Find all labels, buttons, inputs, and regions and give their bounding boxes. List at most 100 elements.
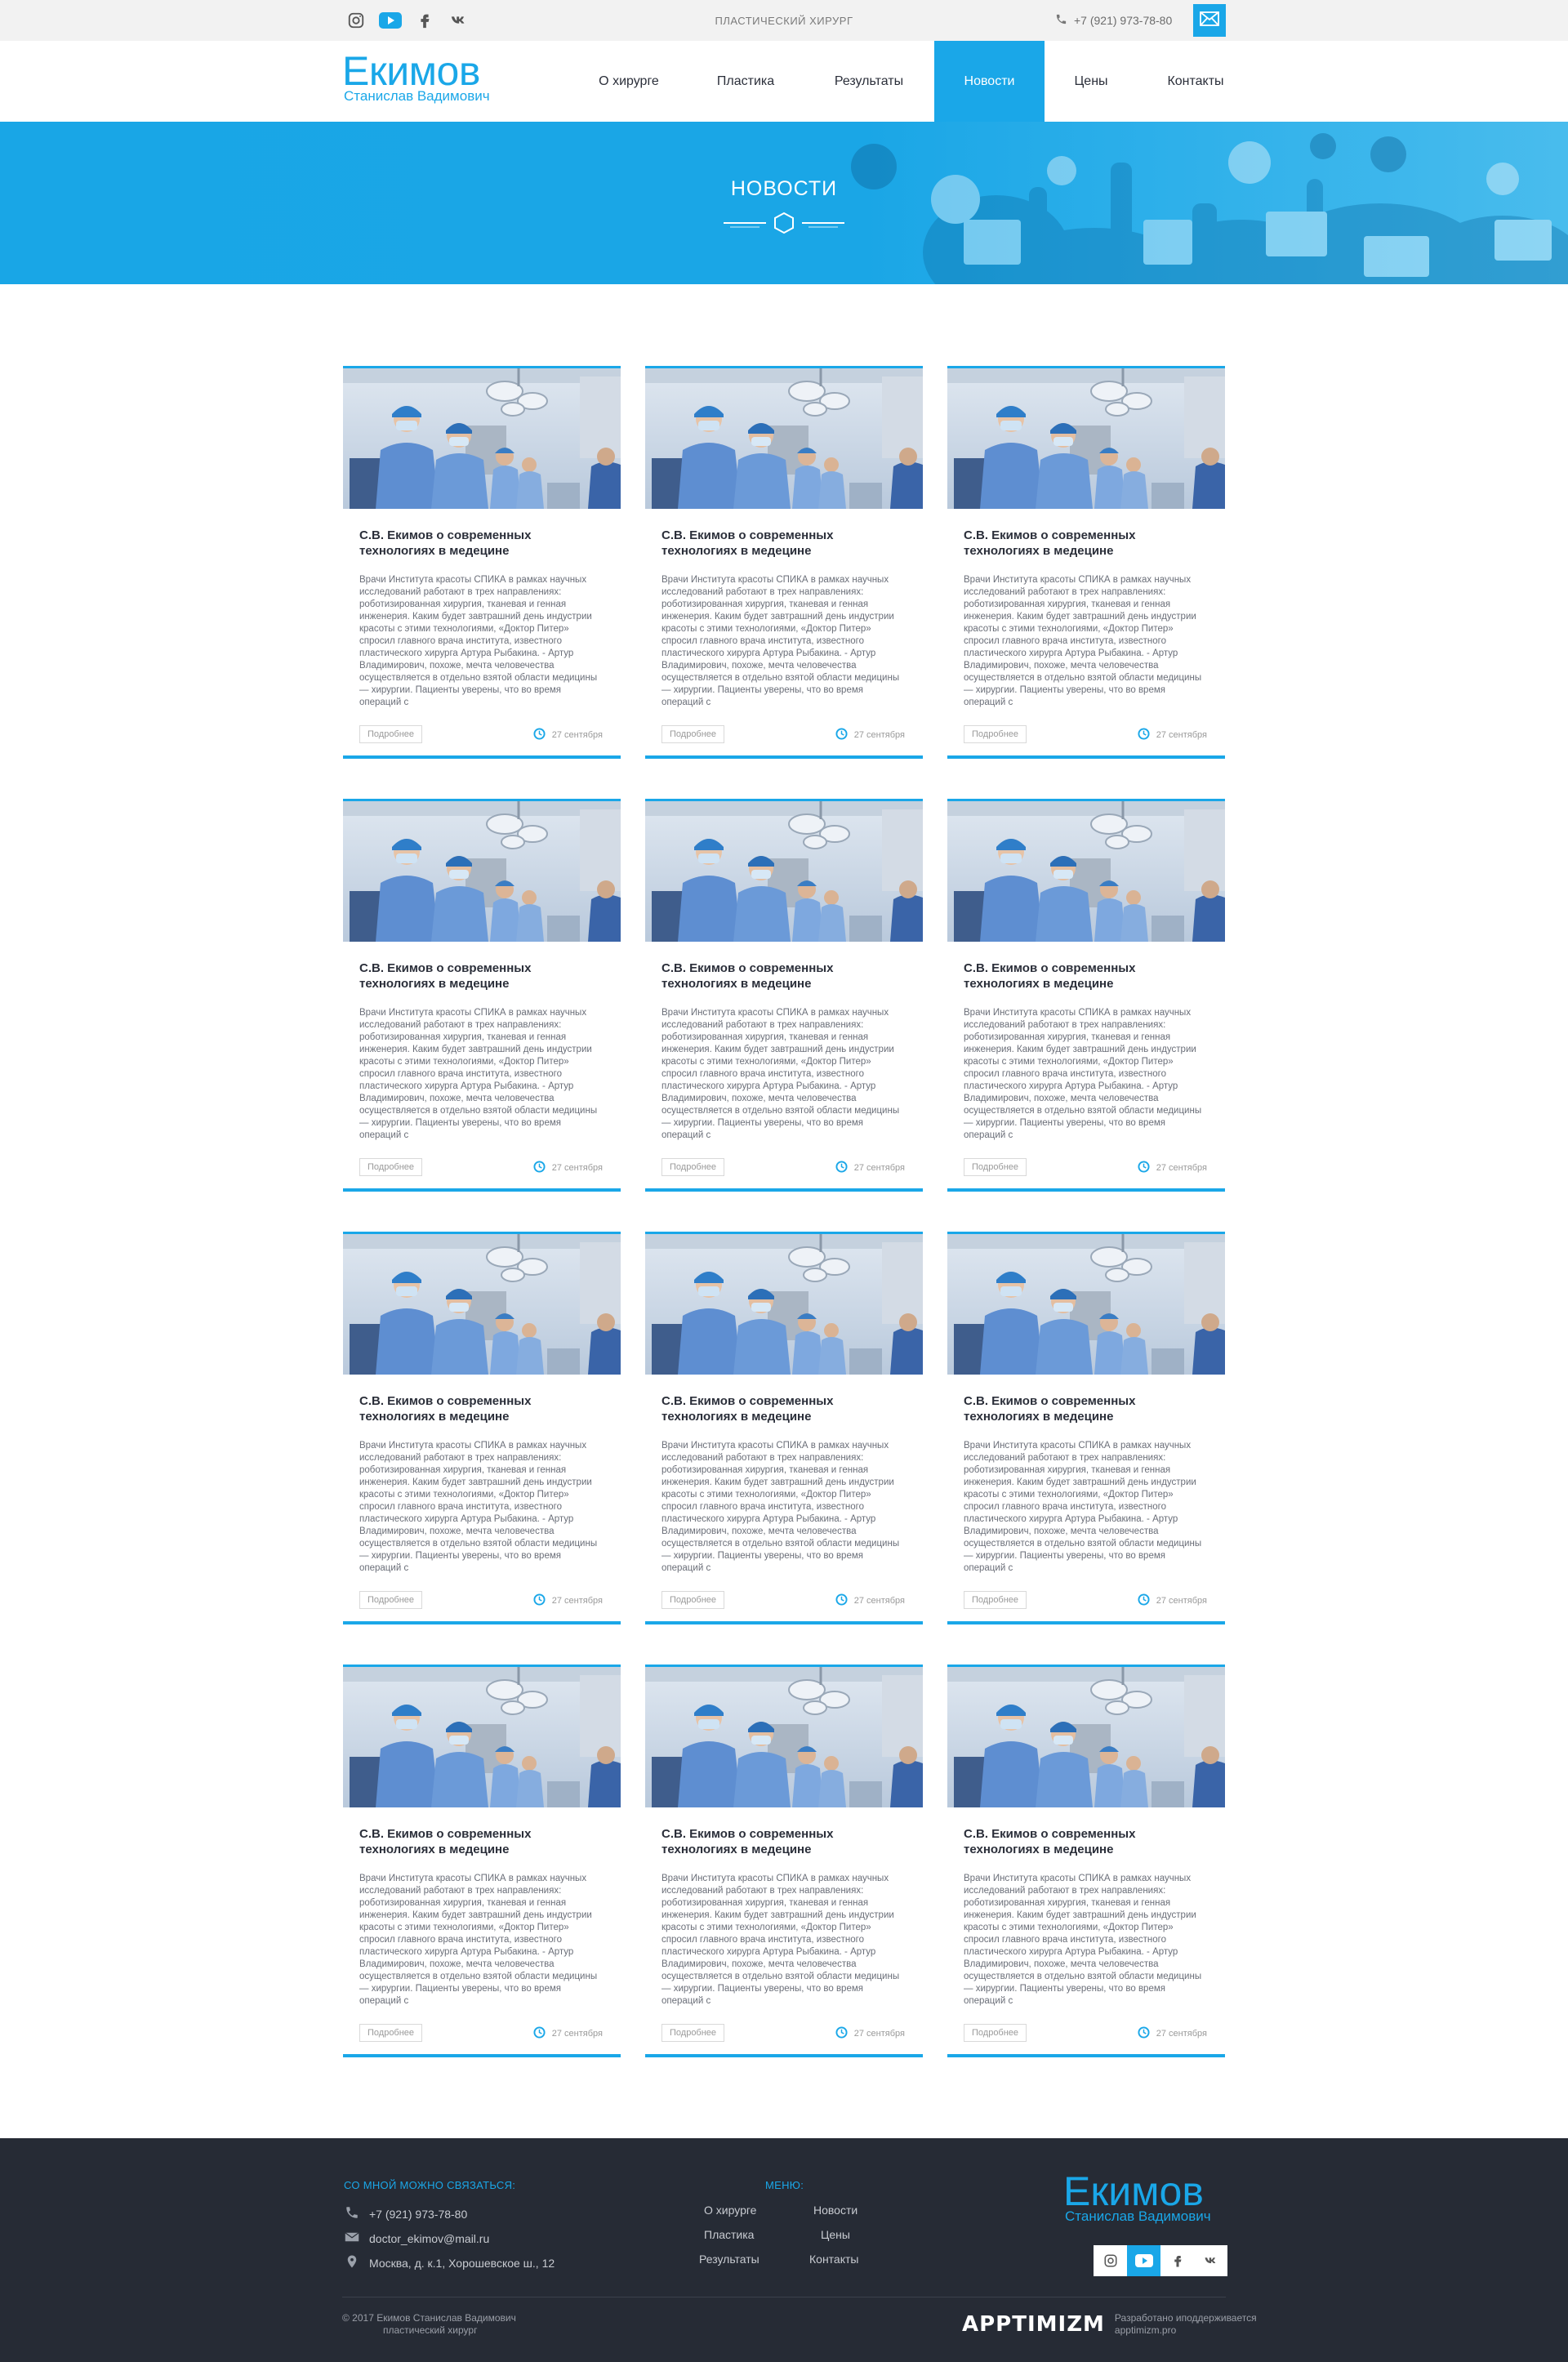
clock-icon xyxy=(533,728,546,742)
developer-text-line-2: apptimizm.pro xyxy=(1114,2324,1177,2336)
news-card-date-text: 27 сентября xyxy=(853,1596,905,1606)
footer-email-address: doctor_ekimov@mail.ru xyxy=(369,2231,490,2245)
nav-item-contacts[interactable]: Контакты xyxy=(1153,41,1238,122)
footer-phone[interactable]: +7 (921) 973-78-80 xyxy=(345,2205,467,2222)
news-card: С.В. Екимов о современных технологиях в … xyxy=(645,1232,923,1624)
copyright-line-2: пластический хирург xyxy=(383,2324,478,2336)
news-card-excerpt: Врачи Института красоты СПИКА в рамках н… xyxy=(359,1008,598,1140)
news-card-photo[interactable] xyxy=(343,1234,621,1375)
read-more-button[interactable]: Подробнее xyxy=(964,725,1027,743)
read-more-button[interactable]: Подробнее xyxy=(359,2024,423,2042)
nav-item-news[interactable]: Новости xyxy=(934,41,1045,122)
news-card-excerpt: Врачи Института красоты СПИКА в рамках н… xyxy=(964,1874,1202,2006)
footer-address-text: Москва, д. к.1, Хорошевское ш., 12 xyxy=(369,2256,555,2270)
news-card-title[interactable]: С.В. Екимов о современных технологиях в … xyxy=(359,528,604,559)
news-card-date: 27 сентября xyxy=(1138,1593,1207,1608)
news-card-photo[interactable] xyxy=(645,801,923,942)
read-more-button[interactable]: Подробнее xyxy=(964,1591,1027,1609)
footer-phone-number: +7 (921) 973-78-80 xyxy=(369,2207,468,2221)
top-phone-number: +7 (921) 973-78-80 xyxy=(1074,14,1173,27)
site-footer: СО МНОЙ МОЖНО СВЯЗАТЬСЯ: +7 (921) 973-78… xyxy=(0,2138,1568,2362)
footer-menu-contacts[interactable]: Контакты xyxy=(809,2253,858,2266)
news-card-title[interactable]: С.В. Екимов о современных технологиях в … xyxy=(964,1826,1209,1857)
hexagon-divider-icon xyxy=(724,212,844,234)
footer-menu-about[interactable]: О хирурге xyxy=(704,2204,756,2217)
read-more-button[interactable]: Подробнее xyxy=(359,725,423,743)
news-card-date: 27 сентября xyxy=(835,1161,905,1175)
news-card-excerpt: Врачи Института красоты СПИКА в рамках н… xyxy=(359,1874,598,2006)
news-card: С.В. Екимов о современных технологиях в … xyxy=(343,1232,621,1624)
news-card-date: 27 сентября xyxy=(533,1161,603,1175)
news-card-title[interactable]: С.В. Екимов о современных технологиях в … xyxy=(662,1826,906,1857)
read-more-button[interactable]: Подробнее xyxy=(662,2024,725,2042)
news-card-date-text: 27 сентября xyxy=(1156,2029,1207,2039)
news-card-excerpt: Врачи Института красоты СПИКА в рамках н… xyxy=(964,1008,1202,1140)
read-more-button[interactable]: Подробнее xyxy=(359,1591,423,1609)
news-card: С.В. Екимов о современных технологиях в … xyxy=(947,1232,1225,1624)
news-card-title[interactable]: С.В. Екимов о современных технологиях в … xyxy=(964,1393,1209,1424)
top-phone[interactable]: +7 (921) 973-78-80 xyxy=(1055,13,1172,28)
hero-background-microphones xyxy=(851,133,1568,284)
news-card-photo[interactable] xyxy=(947,368,1225,509)
footer-logo-last-name: Екимов xyxy=(1063,2168,1204,2214)
news-card-title[interactable]: С.В. Екимов о современных технологиях в … xyxy=(964,960,1209,992)
news-card-date: 27 сентября xyxy=(835,728,905,742)
news-card-photo[interactable] xyxy=(947,1234,1225,1375)
news-card-title[interactable]: С.В. Екимов о современных технологиях в … xyxy=(359,1393,604,1424)
news-card-date-text: 27 сентября xyxy=(1156,1163,1207,1173)
nav-item-plastic[interactable]: Пластика xyxy=(701,41,791,122)
read-more-button[interactable]: Подробнее xyxy=(359,1158,423,1176)
news-card-photo[interactable] xyxy=(645,1667,923,1807)
news-card-photo[interactable] xyxy=(947,801,1225,942)
read-more-button[interactable]: Подробнее xyxy=(662,725,725,743)
footer-menu-prices[interactable]: Цены xyxy=(821,2228,850,2241)
vk-icon[interactable] xyxy=(1194,2245,1227,2276)
news-card-photo[interactable] xyxy=(645,368,923,509)
page-title: НОВОСТИ xyxy=(730,177,838,200)
news-card-excerpt: Врачи Института красоты СПИКА в рамках н… xyxy=(964,1441,1202,1573)
news-card-date-text: 27 сентября xyxy=(551,1596,603,1606)
read-more-button[interactable]: Подробнее xyxy=(964,2024,1027,2042)
nav-item-about[interactable]: О хирурге xyxy=(581,41,676,122)
read-more-button[interactable]: Подробнее xyxy=(662,1591,725,1609)
copyright-line-1: © 2017 Екимов Станислав Вадимович xyxy=(342,2312,516,2324)
footer-email[interactable]: doctor_ekimov@mail.ru xyxy=(345,2230,489,2247)
footer-menu-results[interactable]: Результаты xyxy=(699,2253,760,2266)
news-card-date: 27 сентября xyxy=(1138,728,1207,742)
nav-item-prices[interactable]: Цены xyxy=(1062,41,1120,122)
news-card-excerpt: Врачи Института красоты СПИКА в рамках н… xyxy=(359,1441,598,1573)
instagram-icon[interactable] xyxy=(1094,2245,1127,2276)
news-card-photo[interactable] xyxy=(645,1234,923,1375)
news-card-date-text: 27 сентября xyxy=(551,1163,603,1173)
news-card: С.В. Екимов о современных технологиях в … xyxy=(947,799,1225,1192)
developer-credit[interactable]: APPTIMIZM Разработано иподдерживается ap… xyxy=(962,2312,1257,2337)
news-card-title[interactable]: С.В. Екимов о современных технологиях в … xyxy=(964,528,1209,559)
read-more-button[interactable]: Подробнее xyxy=(662,1158,725,1176)
news-card-date: 27 сентября xyxy=(533,728,603,742)
mail-button[interactable] xyxy=(1193,4,1226,37)
news-card-excerpt: Врачи Института красоты СПИКА в рамках н… xyxy=(662,1874,900,2006)
clock-icon xyxy=(1138,2026,1150,2041)
news-card-title[interactable]: С.В. Екимов о современных технологиях в … xyxy=(662,960,906,992)
mail-icon xyxy=(1200,11,1219,30)
facebook-icon[interactable] xyxy=(1160,2245,1194,2276)
nav-item-results[interactable]: Результаты xyxy=(820,41,918,122)
logo[interactable]: Екимов Станислав Вадимович xyxy=(342,51,490,103)
news-card-photo[interactable] xyxy=(343,801,621,942)
news-card-photo[interactable] xyxy=(947,1667,1225,1807)
news-card-photo[interactable] xyxy=(343,368,621,509)
news-card-title[interactable]: С.В. Екимов о современных технологиях в … xyxy=(662,1393,906,1424)
footer-menu-news[interactable]: Новости xyxy=(813,2204,858,2217)
youtube-icon[interactable] xyxy=(1127,2245,1160,2276)
envelope-icon xyxy=(345,2230,359,2247)
footer-menu-plastic[interactable]: Пластика xyxy=(704,2228,754,2241)
news-card-title[interactable]: С.В. Екимов о современных технологиях в … xyxy=(662,528,906,559)
phone-icon xyxy=(345,2205,359,2222)
read-more-button[interactable]: Подробнее xyxy=(964,1158,1027,1176)
clock-icon xyxy=(1138,728,1150,742)
news-card-photo[interactable] xyxy=(343,1667,621,1807)
clock-icon xyxy=(835,2026,848,2041)
news-card-title[interactable]: С.В. Екимов о современных технологиях в … xyxy=(359,960,604,992)
footer-logo[interactable]: Екимов Станислав Вадимович xyxy=(1063,2171,1211,2223)
news-card-title[interactable]: С.В. Екимов о современных технологиях в … xyxy=(359,1826,604,1857)
